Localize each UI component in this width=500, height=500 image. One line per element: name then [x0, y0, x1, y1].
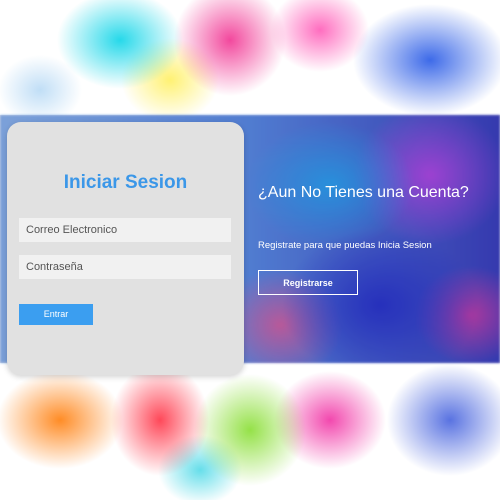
login-title: Iniciar Sesion [63, 172, 188, 193]
signup-title: ¿Aun No Tienes una Cuenta? [258, 184, 469, 201]
password-field[interactable] [19, 255, 231, 279]
signup-text: Registrate para que puedas Inicia Sesion [258, 240, 432, 251]
login-button[interactable]: Entrar [19, 304, 93, 325]
email-field[interactable] [19, 218, 231, 242]
page: Iniciar Sesion Entrar ¿Aun No Tienes una… [0, 0, 500, 500]
register-button[interactable]: Registrarse [258, 270, 358, 295]
login-card: Iniciar Sesion Entrar [7, 122, 244, 375]
